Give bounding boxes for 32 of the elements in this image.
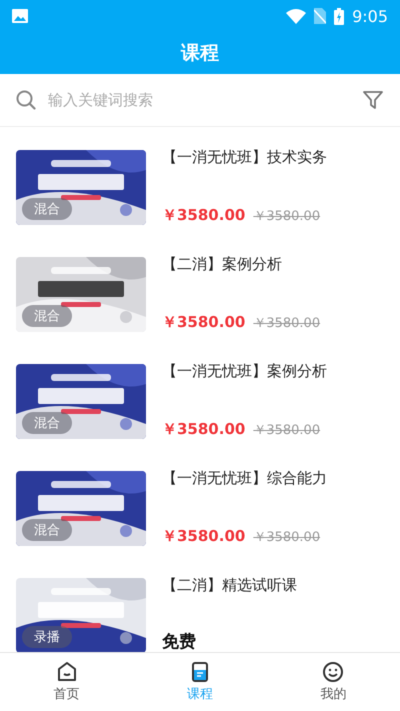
course-type-badge: 混合 [22,412,72,434]
page-title: 课程 [180,41,220,66]
battery-icon [334,8,344,24]
course-price: ￥3580.00 [162,206,246,225]
course-price: ￥3580.00 [162,313,246,332]
search-field[interactable]: 输入关键词搜索 [48,91,350,109]
course-type-badge: 混合 [22,519,72,541]
nav-tab[interactable]: 首页 [0,653,134,711]
course-type-badge: 混合 [22,198,72,220]
course-price: ￥3580.00 [162,527,246,546]
image-icon [12,9,28,23]
course-title[interactable]: 【一消无忧班】技术实务 [162,148,384,167]
course-title[interactable]: 【一消无忧班】综合能力 [162,469,384,488]
original-price: ￥3580.00 [253,422,320,439]
status-time: 9:05 [352,6,388,26]
course-price: 免费 [162,631,196,652]
course-title[interactable]: 【一消无忧班】案例分析 [162,362,384,381]
course-price: ￥3580.00 [162,420,246,439]
original-price: ￥3580.00 [253,529,320,546]
course-title[interactable]: 【二消】精选试听课 [162,576,384,595]
home-icon [56,661,78,683]
course-title[interactable]: 【二消】案例分析 [162,255,384,274]
nav-tab[interactable]: 我的 [266,653,400,711]
original-price: ￥3580.00 [253,208,320,225]
filter-icon[interactable] [362,89,384,111]
no-sim-icon [314,8,326,24]
original-price: ￥3580.00 [253,315,320,332]
course-type-badge: 录播 [22,626,72,648]
wifi-icon [286,8,306,24]
course-type-badge: 混合 [22,305,72,327]
search-icon[interactable] [16,90,36,110]
smiley-icon [322,661,344,683]
